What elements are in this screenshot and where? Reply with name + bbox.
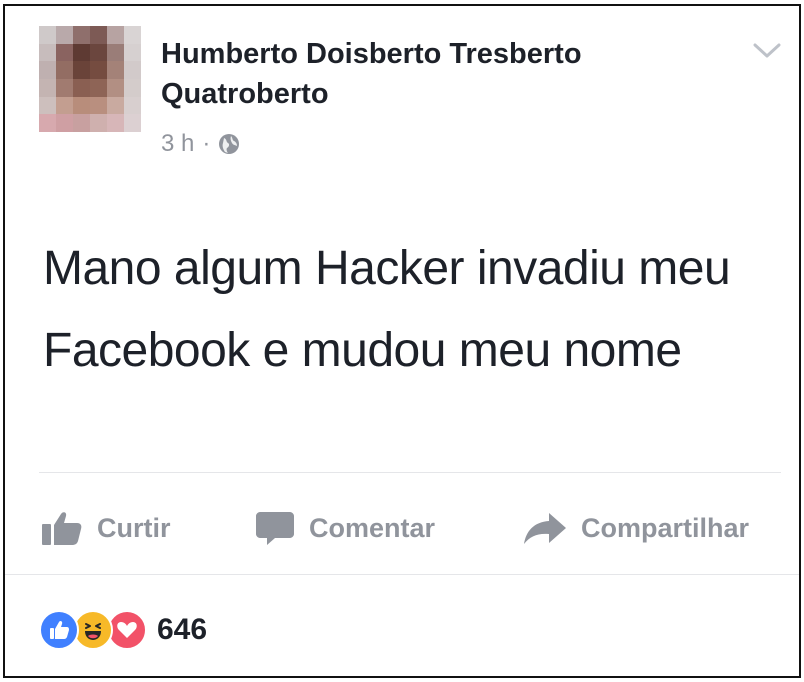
love-reaction-icon [107,610,147,650]
meta-separator: · [202,130,211,157]
haha-reaction-icon [73,610,113,650]
chevron-down-icon[interactable] [751,36,783,64]
like-label: Curtir [97,512,171,543]
post-timestamp[interactable]: 3 h [161,130,194,158]
avatar[interactable] [39,26,141,132]
post-meta: 3 h · [161,130,240,158]
post-text: Mano algum Hacker invadiu meu Facebook e… [43,242,731,377]
globe-icon [218,133,240,155]
post-card: Humberto Doisberto Tresberto Quatroberto… [3,4,801,678]
reaction-count[interactable]: 646 [157,613,207,647]
thumbs-up-icon [41,510,83,546]
share-label: Compartilhar [581,512,750,543]
comment-bubble-icon [255,510,295,546]
like-button[interactable]: Curtir [41,506,171,550]
comment-button[interactable]: Comentar [255,506,435,550]
share-arrow-icon [523,511,567,545]
like-reaction-icon [39,610,79,650]
reactions-summary[interactable]: 646 [39,608,207,652]
comment-label: Comentar [309,512,436,543]
divider [39,472,781,473]
author-name[interactable]: Humberto Doisberto Tresberto Quatroberto [161,34,721,114]
share-button[interactable]: Compartilhar [523,506,749,550]
divider [5,574,799,575]
